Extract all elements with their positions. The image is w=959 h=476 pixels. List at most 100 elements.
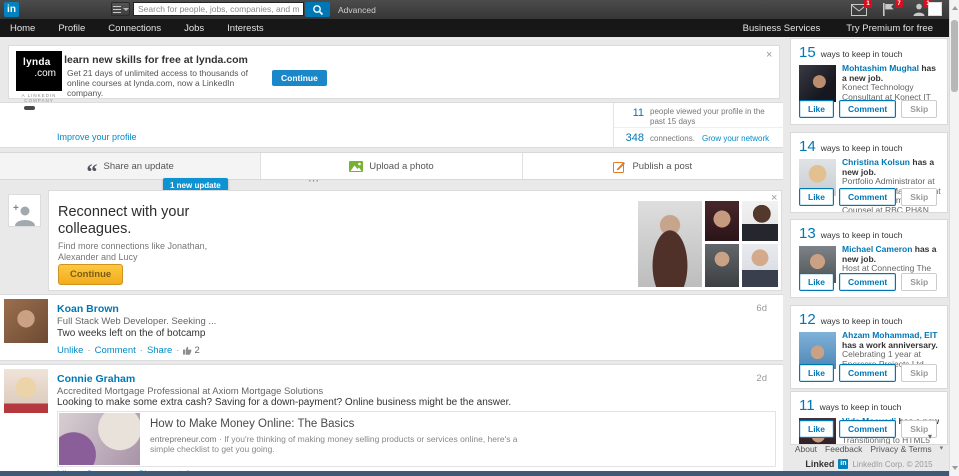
- banner-continue-button[interactable]: Continue: [272, 70, 327, 86]
- card-count: 11: [799, 397, 815, 414]
- avatar[interactable]: [4, 369, 48, 413]
- keep-in-touch-card: 13 ways to keep in touch Michael Cameron …: [790, 219, 948, 298]
- publish-post-label: Publish a post: [632, 160, 693, 172]
- share-link[interactable]: Share: [147, 345, 172, 356]
- article-title[interactable]: How to Make Money Online: The Basics: [150, 418, 354, 430]
- comment-button[interactable]: Comment: [839, 364, 897, 382]
- nav-home[interactable]: Home: [10, 23, 35, 34]
- profile-views-count[interactable]: 11: [618, 107, 644, 119]
- comment-button[interactable]: Comment: [839, 420, 897, 438]
- article-description: entrepreneur.com · If you're thinking of…: [150, 434, 518, 454]
- nav-interests[interactable]: Interests: [227, 23, 263, 34]
- footer-privacy-link[interactable]: Privacy & Terms: [870, 444, 931, 454]
- nav-profile[interactable]: Profile: [58, 23, 85, 34]
- grow-network-link[interactable]: Grow your network: [702, 134, 769, 143]
- upload-photo-button[interactable]: Upload a photo: [261, 153, 523, 179]
- suggested-connection-photo[interactable]: [742, 244, 778, 287]
- card-header: 12 ways to keep in touch: [799, 311, 902, 329]
- publish-post-button[interactable]: Publish a post: [523, 153, 783, 179]
- nav-business-services[interactable]: Business Services: [743, 23, 821, 34]
- collapse-caret-icon[interactable]: ▾: [928, 432, 932, 441]
- avatar[interactable]: [4, 299, 48, 343]
- card-header: 14 ways to keep in touch: [799, 138, 902, 156]
- post-author-headline: Full Stack Web Developer. Seeking ...: [57, 316, 217, 327]
- skip-button[interactable]: Skip: [901, 100, 938, 118]
- article-source: entrepreneur.com: [150, 434, 217, 444]
- shared-article-card[interactable]: How to Make Money Online: The Basics ent…: [57, 411, 776, 467]
- avatar[interactable]: [799, 65, 836, 102]
- comment-link[interactable]: Comment: [95, 345, 136, 356]
- upload-photo-label: Upload a photo: [369, 160, 434, 172]
- card-actions: Like Comment Skip: [799, 420, 938, 438]
- suggested-connection-photo[interactable]: [705, 244, 739, 287]
- search-button[interactable]: [305, 2, 330, 17]
- chevron-down-icon: [122, 7, 129, 11]
- comment-button[interactable]: Comment: [839, 100, 897, 118]
- dot-separator: ·: [176, 345, 180, 356]
- main-nav-bar: Home Profile Connections Jobs Interests …: [0, 19, 949, 37]
- post-author-name[interactable]: Connie Graham: [57, 373, 135, 385]
- linkedin-logo-small: in: [838, 459, 849, 469]
- comment-button[interactable]: Comment: [839, 188, 897, 206]
- profile-summary-card: Improve your profile 11 people viewed yo…: [0, 102, 784, 148]
- notifications-icon-button[interactable]: 7: [882, 0, 903, 16]
- footer-feedback-link[interactable]: Feedback: [825, 444, 862, 454]
- add-connections-icon-button[interactable]: 1: [911, 0, 932, 16]
- card-title: ways to keep in touch: [819, 402, 902, 412]
- connections-count[interactable]: 348: [616, 132, 644, 144]
- skip-button[interactable]: Skip: [901, 188, 938, 206]
- flag-icon: [883, 3, 894, 16]
- card-header: 15 ways to keep in touch: [799, 44, 902, 62]
- card-actions: Like Comment Skip: [799, 188, 938, 206]
- person-name-link[interactable]: Ahzam Mohammad, EIT: [842, 330, 937, 340]
- improve-profile-link[interactable]: Improve your profile: [57, 132, 137, 142]
- like-count[interactable]: 2: [183, 345, 200, 356]
- reconnect-close-icon[interactable]: ×: [771, 193, 777, 204]
- nav-try-premium[interactable]: Try Premium for free: [846, 23, 933, 34]
- reconnect-continue-button[interactable]: Continue: [58, 264, 124, 285]
- like-button[interactable]: Like: [799, 420, 835, 438]
- person-name-link[interactable]: Michael Cameron: [842, 244, 912, 254]
- article-thumbnail: [59, 413, 140, 465]
- like-button[interactable]: Like: [799, 364, 835, 382]
- skip-button[interactable]: Skip: [901, 273, 938, 291]
- footer-caret-icon[interactable]: ▾: [940, 444, 944, 454]
- comment-button[interactable]: Comment: [839, 273, 897, 291]
- card-actions: Like Comment Skip: [799, 364, 938, 382]
- scroll-up-arrow[interactable]: [952, 6, 958, 10]
- share-update-button[interactable]: “ Share an update: [0, 153, 262, 183]
- search-icon: [312, 4, 323, 15]
- nav-jobs[interactable]: Jobs: [184, 23, 204, 34]
- like-button[interactable]: Like: [799, 188, 835, 206]
- suggested-connection-photo[interactable]: [742, 201, 778, 241]
- person-name-link[interactable]: Christina Kolsun: [842, 157, 910, 167]
- footer-brand: Linked in LinkedIn Corp. © 2015: [790, 459, 948, 469]
- keep-in-touch-sidebar: 15 ways to keep in touch Mohtashim Mughal…: [790, 38, 948, 476]
- add-photo-avatar[interactable]: +: [8, 194, 41, 227]
- card-title: ways to keep in touch: [820, 143, 903, 153]
- page-scrollbar[interactable]: [949, 0, 959, 476]
- reconnect-card: Reconnect with your colleagues. Find mor…: [48, 190, 782, 291]
- unlike-link[interactable]: Unlike: [57, 345, 83, 356]
- like-button[interactable]: Like: [799, 100, 835, 118]
- scrollbar-thumb[interactable]: [951, 20, 958, 92]
- like-button[interactable]: Like: [799, 273, 835, 291]
- suggested-connection-photo[interactable]: [705, 201, 739, 241]
- nav-connections[interactable]: Connections: [108, 23, 161, 34]
- advanced-search-link[interactable]: Advanced: [338, 5, 376, 15]
- suggested-connection-photo[interactable]: [638, 201, 702, 287]
- scroll-down-arrow[interactable]: [952, 466, 958, 470]
- messages-icon-button[interactable]: 1: [851, 0, 872, 16]
- person-name-link[interactable]: Mohtashim Mughal: [842, 63, 919, 73]
- card-title: ways to keep in touch: [820, 49, 903, 59]
- thumb-up-icon: [183, 346, 192, 355]
- linkedin-logo[interactable]: in: [4, 2, 19, 17]
- post-author-name[interactable]: Koan Brown: [57, 303, 119, 315]
- skip-button[interactable]: Skip: [901, 364, 938, 382]
- banner-close-icon[interactable]: ×: [766, 50, 772, 61]
- profile-photo-menu[interactable]: [928, 2, 942, 16]
- feed-overflow-dots-icon[interactable]: ⋯: [308, 174, 320, 187]
- search-input[interactable]: [133, 2, 304, 16]
- search-category-dropdown[interactable]: [111, 2, 130, 16]
- footer-about-link[interactable]: About: [795, 444, 817, 454]
